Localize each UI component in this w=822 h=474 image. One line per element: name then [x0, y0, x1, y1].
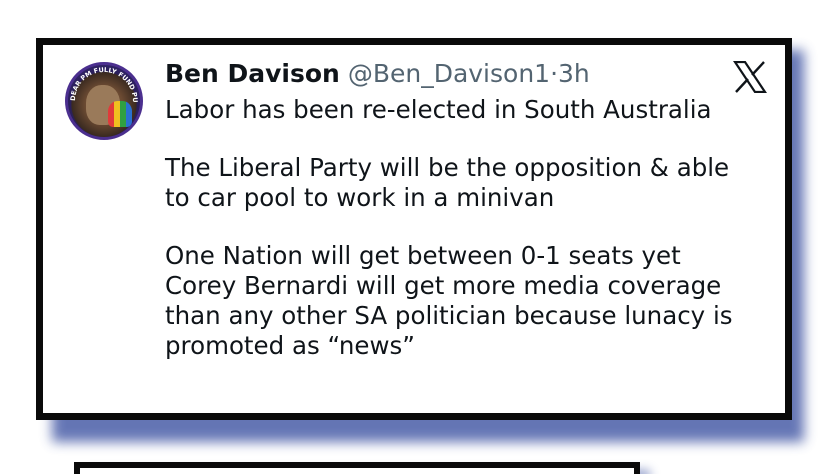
next-card-edge [74, 462, 640, 474]
tweet-time[interactable]: 3h [558, 59, 590, 88]
tweet-paragraph-1: Labor has been re-elected in South Austr… [165, 95, 712, 124]
tweet-paragraph-2: The Liberal Party will be the opposition… [165, 153, 730, 212]
tweet-card[interactable]: DEAR PM FULLY FUND PUBLIC SCHOOLS Ben Da… [36, 38, 792, 420]
tweet-header: Ben Davison @Ben_Davison1·3h [165, 59, 590, 89]
author-handle[interactable]: @Ben_Davison1 [348, 59, 550, 88]
raised-hands-icon [108, 101, 132, 127]
avatar[interactable]: DEAR PM FULLY FUND PUBLIC SCHOOLS [65, 62, 143, 140]
tweet-body: Labor has been re-elected in South Austr… [165, 95, 765, 389]
author-name[interactable]: Ben Davison [165, 59, 340, 88]
x-logo-icon[interactable] [733, 61, 767, 93]
screenshot-page: DEAR PM FULLY FUND PUBLIC SCHOOLS Ben Da… [0, 0, 822, 474]
separator-dot: · [550, 59, 559, 88]
tweet-paragraph-3: One Nation will get between 0-1 seats ye… [165, 241, 733, 360]
